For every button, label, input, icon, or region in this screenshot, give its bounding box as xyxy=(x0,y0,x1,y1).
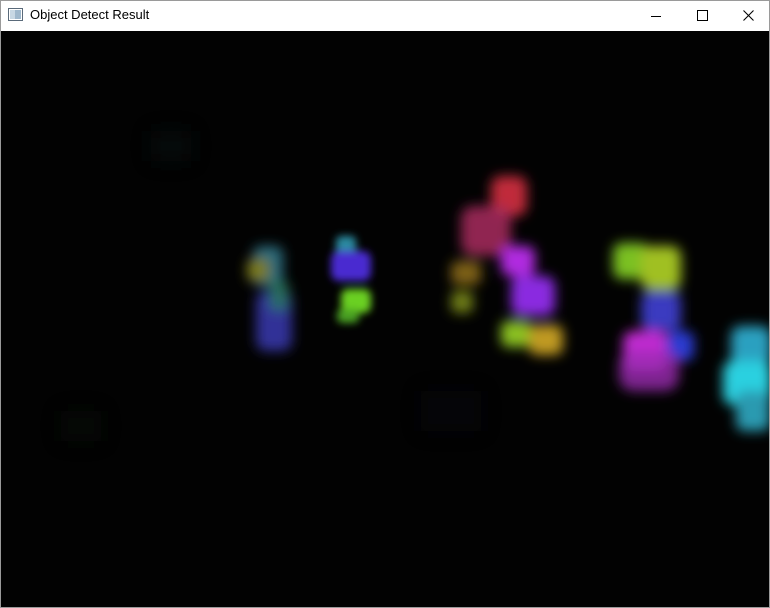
minimize-button[interactable] xyxy=(633,1,679,30)
minimize-icon xyxy=(651,11,661,21)
maximize-icon xyxy=(696,10,708,21)
maximize-button[interactable] xyxy=(679,1,725,30)
app-window-icon xyxy=(8,8,23,21)
optical-flow-visualization xyxy=(1,31,769,607)
detection-result-image xyxy=(1,31,769,607)
close-button[interactable] xyxy=(725,1,770,30)
app-window: Object Detect Result xyxy=(0,0,770,608)
window-title: Object Detect Result xyxy=(30,7,150,22)
close-icon xyxy=(742,10,754,21)
title-bar[interactable]: Object Detect Result xyxy=(1,1,769,30)
